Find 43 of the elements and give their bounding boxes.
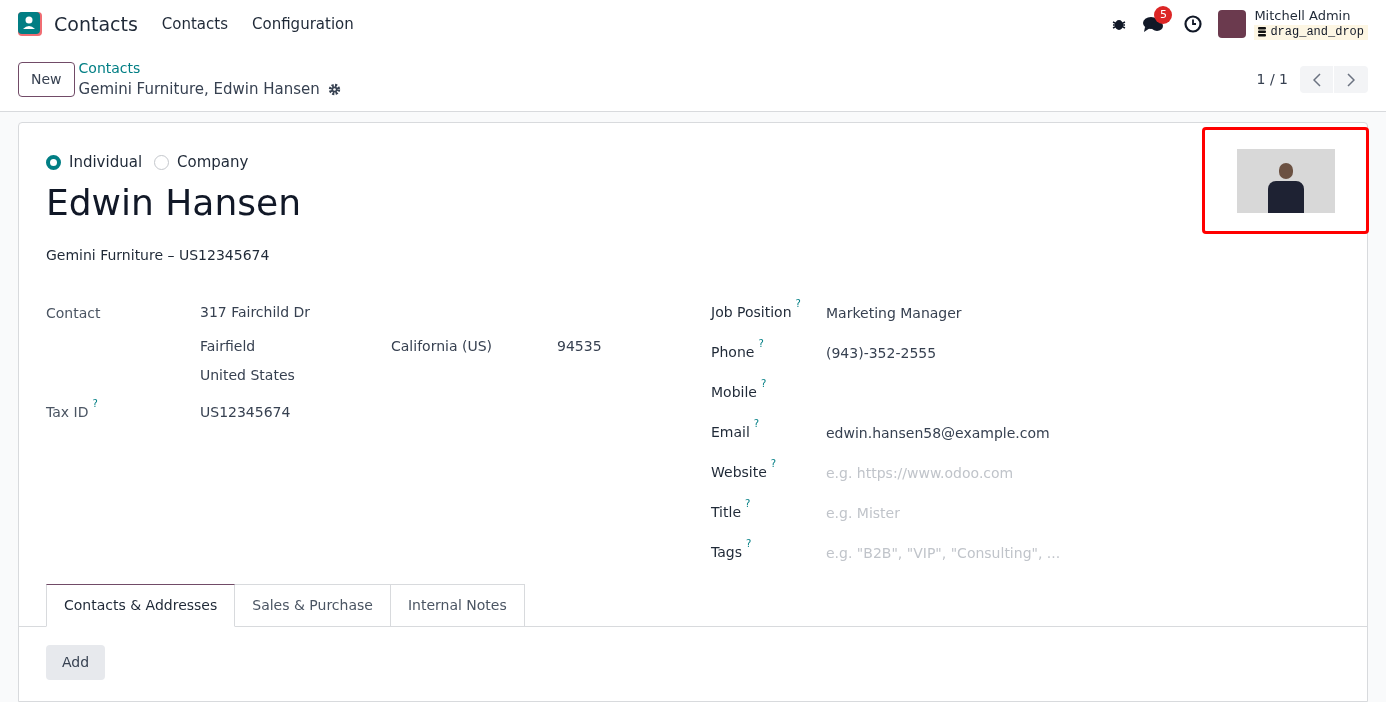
chevron-right-icon [1347, 72, 1355, 87]
notebook-tab[interactable]: Contacts & Addresses [46, 583, 236, 627]
record-title: Gemini Furniture, Edwin Hansen [78, 79, 320, 101]
database-icon [1258, 27, 1267, 38]
radio-button[interactable] [154, 154, 170, 170]
person-silhouette [1267, 162, 1304, 213]
street-value[interactable]: 317 Fairchild Dr [200, 301, 602, 323]
input-field[interactable]: e.g. "B2B", "VIP", "Consulting", ... [826, 541, 1086, 564]
field-value[interactable]: Marketing Manager [826, 301, 962, 342]
clock-icon[interactable] [1184, 15, 1203, 33]
photo-placeholder[interactable] [1236, 148, 1335, 213]
user-name[interactable]: Mitchell Admin [1254, 8, 1368, 25]
user-avatar[interactable] [1218, 10, 1247, 38]
radio-button[interactable] [46, 154, 61, 170]
city-value[interactable]: Fairfield [200, 335, 391, 357]
radio-label[interactable]: Company [177, 151, 249, 174]
radio-label[interactable]: Individual [69, 151, 143, 174]
menu-item[interactable]: Configuration [252, 12, 354, 36]
tax-id-value[interactable]: US12345674 [200, 401, 291, 423]
field-value[interactable]: edwin.hansen58@example.com [826, 421, 1050, 462]
input-field[interactable]: e.g. Mister [826, 501, 1086, 524]
menu-item[interactable]: Contacts [161, 12, 228, 36]
new-button[interactable]: New [18, 62, 75, 97]
zip-value[interactable]: 94535 [557, 335, 602, 357]
company-subtitle: Gemini Furniture – US12345674 [46, 245, 271, 265]
settings-icon[interactable] [327, 83, 341, 96]
notebook-tab[interactable]: Internal Notes [390, 583, 525, 627]
database-name: drag_and_drop [1270, 24, 1364, 40]
app-name[interactable]: Contacts [54, 9, 138, 39]
app-logo-icon[interactable] [18, 12, 42, 36]
contact-name[interactable]: Edwin Hansen [46, 179, 1340, 225]
breadcrumb-link[interactable]: Contacts [78, 58, 341, 79]
field-label: Contact [46, 303, 102, 323]
country-value[interactable]: United States [200, 364, 602, 386]
add-button[interactable]: Add [46, 644, 106, 680]
field-value[interactable]: (943)-352-2555 [826, 341, 937, 382]
state-value[interactable]: California (US) [391, 335, 557, 357]
chevron-left-icon [1312, 72, 1321, 87]
input-field[interactable]: e.g. https://www.odoo.com [826, 461, 1086, 484]
pager-value[interactable]: 1 / 1 [1256, 69, 1288, 90]
bug-icon[interactable] [1112, 17, 1127, 31]
notification-badge: 5 [1154, 6, 1173, 24]
notebook-tab[interactable]: Sales & Purchase [235, 583, 391, 627]
